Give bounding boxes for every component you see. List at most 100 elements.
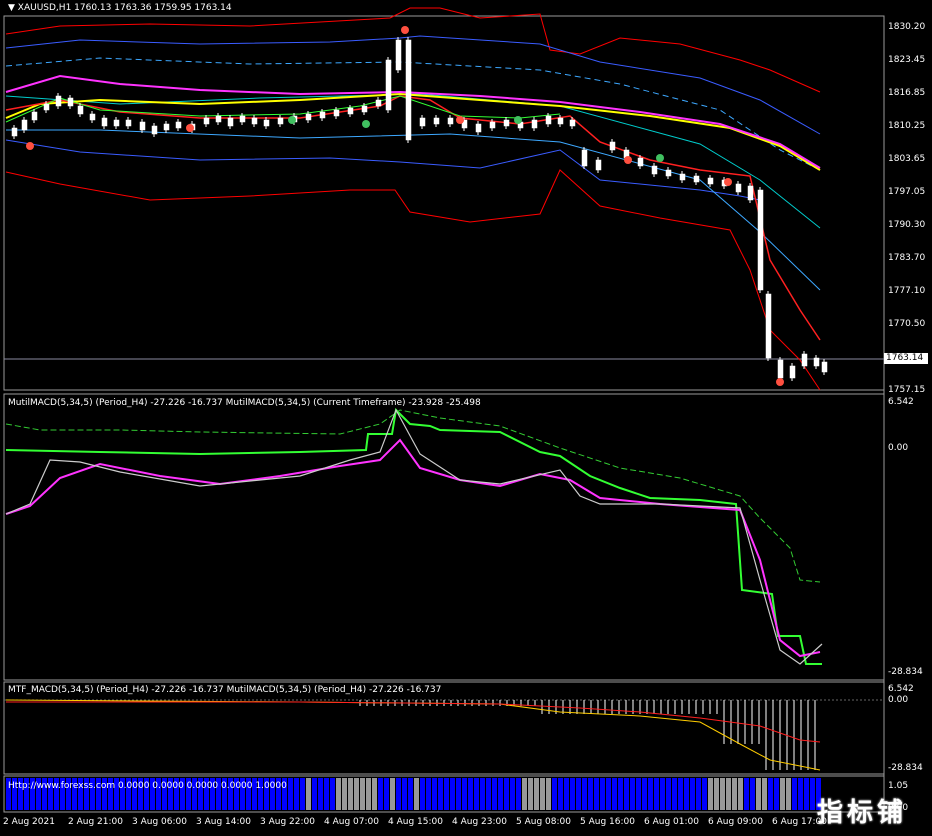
signal-bar [336, 778, 341, 810]
chart-canvas[interactable] [0, 0, 932, 836]
signal-bar [690, 778, 695, 810]
signal-bar [312, 778, 317, 810]
signal-bar [804, 778, 809, 810]
signal-bar [564, 778, 569, 810]
signal-bar [570, 778, 575, 810]
bollinger-lower [5, 169, 821, 391]
signal-bar [438, 778, 443, 810]
candle-body [405, 39, 412, 141]
signal-bar [660, 778, 665, 810]
candle-body [813, 357, 820, 367]
signal-bar [672, 778, 677, 810]
signal-bar [594, 778, 599, 810]
candle-body [581, 149, 588, 167]
signal-bar [768, 778, 773, 810]
panel-frame [3, 15, 885, 391]
candle-body [693, 175, 700, 183]
signal-bar [756, 778, 761, 810]
price-tick: 1803.65 [888, 154, 926, 164]
candle-body [747, 185, 754, 201]
time-tick: 3 Aug 06:00 [132, 817, 187, 827]
signal-bar [378, 778, 383, 810]
ema-red [5, 95, 821, 341]
signal-bar [762, 778, 767, 810]
signal-bar [372, 778, 377, 810]
signal-bar [492, 778, 497, 810]
signal-badge-icon [724, 178, 732, 186]
signal-badge-icon [776, 378, 784, 386]
signal-bar [408, 778, 413, 810]
macd-h4-line [5, 407, 822, 665]
signal-bar [558, 778, 563, 810]
signal-bar [522, 778, 527, 810]
mtf-panel-title: MTF_MACD(5,34,5) (Period_H4) -27.226 -16… [8, 685, 442, 695]
candle-body [637, 157, 644, 167]
signal-bar [798, 778, 803, 810]
signal-bar [792, 778, 797, 810]
candle-body [347, 107, 354, 115]
candle-body [757, 189, 764, 291]
bar-tick: 1.05 [888, 781, 909, 791]
candle-body [801, 353, 808, 367]
candle-body [203, 117, 210, 125]
signal-bar [780, 778, 785, 810]
signal-bar [474, 778, 479, 810]
signal-bar [750, 778, 755, 810]
watermark-logo: 指标铺 [817, 798, 908, 828]
candle-body [277, 117, 284, 125]
candle-body [101, 117, 108, 127]
time-tick: 4 Aug 15:00 [388, 817, 443, 827]
mtf-tick: -28.834 [888, 763, 923, 773]
signal-bar [696, 778, 701, 810]
signal-bar [744, 778, 749, 810]
signal-bar [618, 778, 623, 810]
macd-panel-title: MutilMACD(5,34,5) (Period_H4) -27.226 -1… [8, 398, 481, 408]
macd-fast-line [5, 408, 823, 665]
band-mid-teal [5, 93, 821, 229]
signal-bar [468, 778, 473, 810]
signal-bar [306, 778, 311, 810]
candle-body [679, 173, 686, 181]
signal-bar [396, 778, 401, 810]
candle-body [665, 169, 672, 177]
candle-body [113, 119, 120, 127]
signal-bar [624, 778, 629, 810]
candle-body [385, 59, 392, 111]
candle-body [151, 125, 158, 135]
band-upper-dash [5, 57, 821, 171]
candle-body [765, 293, 772, 359]
signal-bar [636, 778, 641, 810]
price-tick: 1777.10 [888, 286, 926, 296]
candle-body [777, 359, 784, 379]
signal-bar [516, 778, 521, 810]
signal-bar [786, 778, 791, 810]
signal-bar [576, 778, 581, 810]
signal-bar [360, 778, 365, 810]
signal-bar [480, 778, 485, 810]
signal-bar [648, 778, 653, 810]
candle-body [651, 165, 658, 175]
candle-body [557, 117, 564, 125]
candle-body [263, 119, 270, 127]
dropdown-arrow-icon[interactable]: ▼ [8, 3, 15, 13]
macd-signal-dash [5, 409, 821, 583]
signal-badge-icon [186, 124, 194, 132]
signal-bar [630, 778, 635, 810]
signal-badge-icon [401, 26, 409, 34]
bar-panel-title: Http://www.forexss.com 0.0000 0.0000 0.0… [8, 781, 287, 791]
candle-body [215, 115, 222, 123]
signal-bar [294, 778, 299, 810]
candle-body [569, 119, 576, 127]
time-tick: 5 Aug 16:00 [580, 817, 635, 827]
signal-badge-icon [362, 120, 370, 128]
current-price-label: 1763.14 [884, 353, 928, 364]
signal-bar [612, 778, 617, 810]
signal-bar [720, 778, 725, 810]
signal-bar [774, 778, 779, 810]
candle-body [31, 111, 38, 121]
candle-body [419, 117, 426, 127]
candle-body [531, 119, 538, 129]
signal-bar [732, 778, 737, 810]
signal-bar [486, 778, 491, 810]
ema-yellow [5, 92, 821, 171]
